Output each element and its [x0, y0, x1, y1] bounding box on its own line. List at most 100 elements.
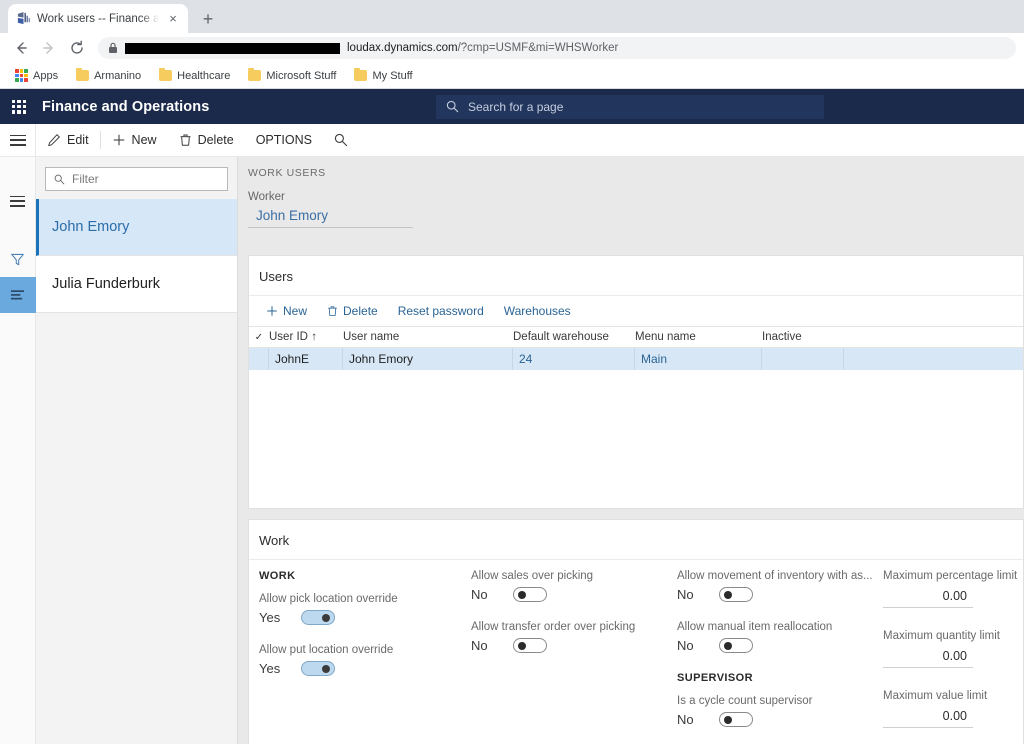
bookmark-label: Apps	[33, 69, 59, 82]
allow-put-location-override-field: Allow put location override Yes	[259, 644, 461, 676]
allow-movement-of-inventory-toggle[interactable]	[719, 587, 753, 602]
users-new-button[interactable]: New	[257, 302, 316, 320]
maximum-percentage-limit-input[interactable]: 0.00	[883, 587, 973, 608]
list-item-label: Julia Funderburk	[52, 276, 160, 292]
reset-password-label: Reset password	[397, 304, 484, 318]
table-row[interactable]: JohnE John Emory 24 Main	[249, 348, 1023, 370]
maximum-quantity-limit-input[interactable]: 0.00	[883, 647, 973, 668]
filter-icon	[10, 252, 25, 267]
app-header: Finance and Operations Search for a page	[0, 89, 1024, 124]
rail-list-icon[interactable]	[0, 277, 36, 313]
work-fields-grid: WORK Allow pick location override Yes Al…	[249, 560, 1023, 744]
column-header-user-id[interactable]: User ID ↑	[269, 331, 343, 343]
page-title: WORK USERS	[248, 167, 326, 179]
back-icon[interactable]	[8, 35, 34, 61]
select-all-checkbox[interactable]: ✓	[249, 332, 269, 343]
bookmark-my-stuff[interactable]: My Stuff	[347, 68, 419, 84]
bookmark-apps[interactable]: Apps	[8, 67, 65, 84]
bookmarks-bar: Apps Armanino Healthcare Microsoft Stuff…	[0, 63, 1024, 89]
field-label: Allow sales over picking	[471, 570, 594, 582]
bookmark-label: My Stuff	[372, 69, 413, 82]
list-item[interactable]: Julia Funderburk	[36, 256, 237, 313]
allow-manual-item-reallocation-field: Allow manual item reallocation No	[677, 621, 873, 653]
cell-default-warehouse[interactable]: 24	[513, 348, 635, 370]
search-icon	[446, 100, 459, 113]
list-item-label: John Emory	[52, 219, 130, 235]
rail-hamburger-icon[interactable]	[0, 183, 36, 219]
field-value: No	[471, 638, 488, 653]
cell-user-name[interactable]: John Emory	[343, 348, 513, 370]
new-button[interactable]: New	[101, 124, 168, 157]
dynamics-favicon	[15, 11, 31, 27]
work-card-title: Work	[249, 520, 1023, 560]
browser-tab[interactable]: Work users -- Finance and Opera ×	[8, 4, 188, 33]
work-card: Work WORK Allow pick location override Y…	[248, 519, 1024, 744]
trash-icon	[179, 133, 192, 147]
allow-transfer-order-over-picking-toggle[interactable]	[513, 638, 547, 653]
field-label: Allow movement of inventory with as...	[677, 570, 873, 582]
allow-manual-item-reallocation-toggle[interactable]	[719, 638, 753, 653]
hamburger-icon	[9, 134, 26, 146]
maximum-value-limit-field: Maximum value limit 0.00	[883, 690, 1024, 728]
cell-user-id[interactable]: JohnE	[269, 348, 343, 370]
warehouses-button[interactable]: Warehouses	[495, 302, 580, 320]
pencil-icon	[47, 133, 61, 147]
worker-field-label: Worker	[248, 191, 285, 203]
bookmark-healthcare[interactable]: Healthcare	[152, 68, 237, 84]
allow-sales-over-picking-toggle[interactable]	[513, 587, 547, 602]
field-value: No	[677, 638, 694, 653]
rail-filter-icon[interactable]	[0, 241, 36, 277]
users-card-toolbar: New Delete Reset password Warehouses	[249, 296, 1023, 326]
work-column-4: Maximum percentage limit 0.00 Maximum qu…	[873, 570, 1024, 744]
cell-menu-name[interactable]: Main	[635, 348, 762, 370]
field-label: Maximum quantity limit	[883, 630, 1000, 642]
column-header-menu-name[interactable]: Menu name	[635, 331, 762, 343]
maximum-value-limit-input[interactable]: 0.00	[883, 707, 973, 728]
reset-password-button[interactable]: Reset password	[389, 302, 493, 320]
folder-icon	[354, 68, 368, 81]
column-header-default-warehouse[interactable]: Default warehouse	[513, 331, 635, 343]
cell-inactive[interactable]	[762, 348, 844, 370]
users-grid-body: JohnE John Emory 24 Main	[249, 348, 1023, 508]
sort-ascending-icon: ↑	[311, 331, 317, 343]
action-bar: Edit New Delete OPTIONS	[0, 123, 1024, 157]
field-label: Allow transfer order over picking	[471, 621, 636, 633]
allow-put-location-override-toggle[interactable]	[301, 661, 335, 676]
nav-menu-button[interactable]	[0, 123, 36, 157]
filter-placeholder: Filter	[72, 172, 99, 186]
delete-button[interactable]: Delete	[168, 124, 245, 157]
field-value: Yes	[259, 661, 281, 676]
users-delete-button[interactable]: Delete	[318, 302, 387, 320]
users-card-title: Users	[249, 256, 1023, 296]
bookmark-label: Armanino	[94, 69, 142, 82]
plus-icon	[112, 133, 126, 147]
worker-field-value[interactable]: John Emory	[248, 206, 413, 228]
filter-wrapper: Filter	[36, 157, 237, 199]
page-search-box[interactable]: Search for a page	[436, 94, 824, 119]
reload-icon[interactable]	[64, 35, 90, 61]
close-icon[interactable]: ×	[165, 12, 181, 25]
toolbar-search-button[interactable]	[323, 124, 359, 157]
field-value: Yes	[259, 610, 281, 625]
apps-grid-icon	[15, 69, 28, 82]
is-cycle-count-supervisor-toggle[interactable]	[719, 712, 753, 727]
edit-button[interactable]: Edit	[36, 124, 100, 157]
row-selector[interactable]	[249, 348, 269, 370]
users-card: Users New Delete Reset password Warehous…	[248, 255, 1024, 509]
address-bar[interactable]: loudax.dynamics.com/?cmp=USMF&mi=WHSWork…	[98, 37, 1016, 59]
bookmark-microsoft-stuff[interactable]: Microsoft Stuff	[241, 68, 343, 84]
app-body: Filter John Emory Julia Funderburk WORK …	[0, 157, 1024, 744]
options-button[interactable]: OPTIONS	[245, 124, 323, 157]
allow-pick-location-override-field: Allow pick location override Yes	[259, 593, 461, 625]
list-item[interactable]: John Emory	[36, 199, 237, 256]
allow-pick-location-override-toggle[interactable]	[301, 610, 335, 625]
column-header-inactive[interactable]: Inactive	[762, 331, 844, 343]
bookmark-armanino[interactable]: Armanino	[69, 68, 148, 84]
maximum-percentage-limit-field: Maximum percentage limit 0.00	[883, 570, 1024, 608]
app-launcher-icon[interactable]	[0, 89, 38, 124]
new-tab-button[interactable]: +	[194, 5, 222, 33]
column-header-user-name[interactable]: User name	[343, 331, 513, 343]
forward-icon[interactable]	[36, 35, 62, 61]
users-grid-header: ✓ User ID ↑ User name Default warehouse …	[249, 326, 1023, 348]
filter-input[interactable]: Filter	[45, 167, 228, 191]
